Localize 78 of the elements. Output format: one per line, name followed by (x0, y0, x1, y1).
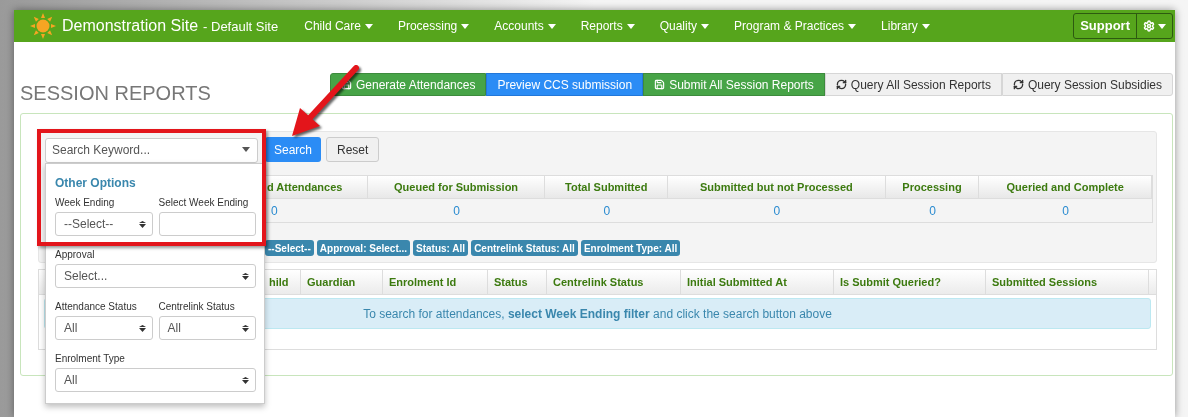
column-header: d Attendances (267, 179, 343, 195)
caret-icon (626, 23, 635, 29)
column-header: Enrolment Id (389, 274, 457, 290)
site-title[interactable]: Demonstration Site (62, 14, 199, 38)
save-icon (341, 79, 352, 90)
options-title: Other Options (55, 176, 137, 190)
column-header: Submitted but not Processed (699, 179, 853, 195)
column-header: Initial Submitted At (687, 274, 787, 290)
filter-tag: Approval: Select... (316, 240, 411, 256)
count-link[interactable]: 0 (929, 201, 936, 220)
nav-menu[interactable]: Child Care (304, 17, 373, 35)
search-button[interactable]: Search (265, 137, 322, 162)
count-link[interactable]: 0 (603, 201, 611, 220)
search-field[interactable]: Search Keyword... (45, 137, 258, 163)
caret-icon (138, 220, 146, 228)
filter-tag: --Select-- (265, 240, 314, 256)
settings-icon (1143, 20, 1155, 32)
action-button[interactable]: Preview CCS submission (486, 73, 644, 96)
field-label: Centrelink Status (158, 301, 236, 313)
date-input-field[interactable] (158, 212, 256, 236)
page-title: SESSION REPORTS (20, 81, 211, 105)
info-message: To search for attendances, select Week Ending filter and click the search button above (363, 305, 832, 323)
select-field[interactable]: All (55, 368, 256, 392)
select-field[interactable]: All (55, 316, 153, 340)
caret-icon (242, 324, 249, 332)
nav-menu[interactable]: Program & Practices (734, 17, 857, 35)
column-header: Queried and Complete (1006, 179, 1124, 195)
caret-icon (848, 23, 857, 29)
caret-icon (547, 23, 556, 29)
caret-icon (138, 324, 146, 332)
nav-menu[interactable]: Processing (397, 17, 470, 35)
field-label: Attendance Status (55, 301, 138, 313)
action-button[interactable]: Query Session Subsidies (1001, 73, 1173, 96)
action-button[interactable]: Submit All Session Reports (643, 73, 825, 96)
filter-tag: Centrelink Status: All (471, 240, 578, 256)
action-button[interactable]: Query All Session Reports (824, 73, 1002, 96)
column-header: Centrelink Status (553, 274, 644, 290)
caret-icon (921, 23, 930, 29)
field-label: Select Week Ending (158, 197, 250, 209)
caret-icon (701, 23, 710, 29)
column-header: Guardian (307, 274, 356, 290)
count-link[interactable]: 0 (453, 201, 460, 220)
nav-menu[interactable]: Accounts (494, 17, 556, 35)
column-header: Status (494, 274, 528, 290)
caret-icon (242, 376, 249, 384)
caret-icon (461, 23, 470, 29)
field-label: Enrolment Type (55, 353, 126, 365)
sun-logo-icon (30, 13, 56, 39)
caret-icon (1158, 23, 1166, 29)
select-field[interactable]: Select... (55, 264, 256, 288)
field-label: Approval (55, 249, 96, 261)
filter-tag: Enrolment Type: All (580, 240, 681, 256)
column-header: hild (269, 274, 289, 290)
nav-menu[interactable]: Reports (580, 17, 635, 35)
site-subtitle: - Default Site (203, 18, 279, 37)
column-header: Total Submitted (565, 179, 648, 195)
refresh-icon (1012, 79, 1024, 90)
caret-icon (242, 147, 250, 152)
column-header: Queued for Submission (394, 179, 519, 195)
field-label: Week Ending (55, 197, 116, 209)
count-link[interactable]: 0 (271, 201, 278, 220)
nav-menu[interactable]: Library (881, 17, 930, 35)
column-header: Submitted Sessions (992, 274, 1098, 290)
caret-icon (364, 23, 373, 29)
count-link[interactable]: 0 (1062, 201, 1069, 220)
count-link[interactable]: 0 (773, 201, 781, 220)
select-field[interactable]: All (158, 316, 256, 340)
reset-button[interactable]: Reset (326, 137, 380, 162)
select-field[interactable]: --Select-- (55, 212, 153, 236)
support-button[interactable]: Support (1074, 14, 1137, 38)
action-button[interactable]: Generate Attendances (330, 73, 487, 96)
column-header: Is Submit Queried? (840, 274, 941, 290)
nav-menu[interactable]: Quality (659, 17, 710, 35)
filter-tag: Status: All (413, 240, 469, 256)
save-icon (654, 79, 666, 90)
caret-icon (242, 272, 249, 280)
column-header: Processing (902, 179, 962, 195)
refresh-icon (835, 79, 847, 90)
